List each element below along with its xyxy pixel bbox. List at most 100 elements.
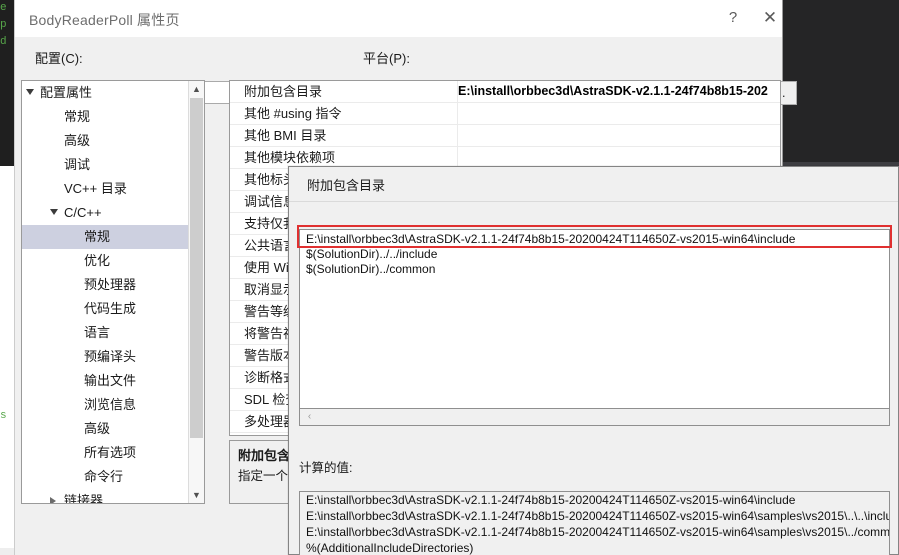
property-value[interactable]: E:\install\orbbec3d\AstraSDK-v2.1.1-24f7… bbox=[458, 81, 768, 102]
sidebar-item-11[interactable]: 预编译头 bbox=[22, 345, 188, 369]
include-directories-editor[interactable]: E:\install\orbbec3d\AstraSDK-v2.1.1-24f7… bbox=[299, 229, 890, 409]
sidebar-item-5[interactable]: C/C++ bbox=[22, 201, 188, 225]
sidebar-item-17[interactable]: 链接器 bbox=[22, 489, 188, 504]
screen-root: epd s BodyReaderPoll 属性页 ? ✕ 配置(C): 活动(De… bbox=[0, 0, 899, 555]
code-line: d bbox=[0, 36, 7, 48]
sidebar-item-16[interactable]: 命令行 bbox=[22, 465, 188, 489]
sidebar-item-0[interactable]: 配置属性 bbox=[22, 81, 188, 105]
chevron-down-icon[interactable] bbox=[26, 89, 34, 95]
sidebar-item-label: 调试 bbox=[64, 157, 91, 172]
sidebar-item-6[interactable]: 常规 bbox=[22, 225, 188, 249]
computed-value-line: E:\install\orbbec3d\AstraSDK-v2.1.1-24f7… bbox=[306, 493, 796, 507]
chevron-down-icon[interactable] bbox=[50, 209, 58, 215]
code-line: s bbox=[0, 410, 7, 422]
sidebar-item-14[interactable]: 高级 bbox=[22, 417, 188, 441]
property-name: 其他 #using 指令 bbox=[244, 106, 342, 121]
configuration-label: 配置(C): bbox=[35, 51, 83, 66]
platform-label: 平台(P): bbox=[363, 51, 410, 66]
table-row[interactable]: 附加包含目录 E:\install\orbbec3d\AstraSDK-v2.1.… bbox=[230, 81, 780, 103]
sidebar-item-label: 配置属性 bbox=[40, 85, 93, 100]
sidebar-item-label: 链接器 bbox=[64, 493, 104, 504]
help-icon[interactable]: ? bbox=[718, 4, 748, 31]
sidebar-item-15[interactable]: 所有选项 bbox=[22, 441, 188, 465]
sidebar-item-label: 语言 bbox=[84, 325, 111, 340]
additional-include-directories-dialog: 附加包含目录 E:\install\orbbec3d\AstraSDK-v2.1… bbox=[288, 166, 899, 555]
sidebar-item-8[interactable]: 预处理器 bbox=[22, 273, 188, 297]
property-name: 其他 BMI 目录 bbox=[244, 128, 327, 143]
computed-values-lines: E:\install\orbbec3d\AstraSDK-v2.1.1-24f7… bbox=[300, 492, 889, 555]
sidebar-item-3[interactable]: 调试 bbox=[22, 153, 188, 177]
code-line: e bbox=[0, 2, 7, 14]
scroll-up-icon[interactable]: ▲ bbox=[189, 81, 204, 97]
sidebar-item-label: C/C++ bbox=[64, 205, 102, 220]
tree-vertical-scrollbar[interactable]: ▲ ▼ bbox=[188, 81, 204, 503]
property-name: 其他模块依赖项 bbox=[244, 150, 336, 165]
sidebar-item-13[interactable]: 浏览信息 bbox=[22, 393, 188, 417]
sidebar-item-label: 常规 bbox=[64, 109, 91, 124]
code-line: p bbox=[0, 19, 7, 31]
sidebar-item-7[interactable]: 优化 bbox=[22, 249, 188, 273]
sidebar-item-label: 预编译头 bbox=[84, 349, 137, 364]
editor-code-gutter-text: epd s bbox=[0, 0, 14, 555]
include-directory-line[interactable]: $(SolutionDir)../../include bbox=[300, 247, 889, 262]
scrollbar-thumb[interactable] bbox=[190, 98, 203, 438]
sidebar-item-2[interactable]: 高级 bbox=[22, 129, 188, 153]
sidebar-item-10[interactable]: 语言 bbox=[22, 321, 188, 345]
include-directory-line[interactable]: $(SolutionDir)../common bbox=[300, 262, 889, 277]
computed-value-line: %(AdditionalIncludeDirectories) bbox=[306, 541, 474, 555]
sidebar-item-9[interactable]: 代码生成 bbox=[22, 297, 188, 321]
include-directory-line[interactable]: E:\install\orbbec3d\AstraSDK-v2.1.1-24f7… bbox=[300, 230, 889, 247]
close-icon[interactable]: ✕ bbox=[755, 4, 785, 31]
computed-values-label: 计算的值: bbox=[299, 461, 353, 475]
settings-tree-panel: 配置属性 常规 高级 调试 VC++ 目录 C/C++ 常规 优化 预处理器 代码生成 语言 预编译头… bbox=[21, 80, 205, 504]
sidebar-item-label: 高级 bbox=[84, 421, 111, 436]
window-title: BodyReaderPoll 属性页 bbox=[29, 12, 180, 28]
subdialog-title-separator bbox=[289, 201, 898, 202]
computed-values-box: E:\install\orbbec3d\AstraSDK-v2.1.1-24f7… bbox=[299, 491, 890, 555]
configuration-bar: 配置(C): 活动(Debug) 平台(P): 活动(x64) 配置管理器(O)… bbox=[15, 37, 797, 105]
sidebar-item-label: 浏览信息 bbox=[84, 397, 137, 412]
sidebar-item-label: 输出文件 bbox=[84, 373, 137, 388]
chevron-right-icon[interactable] bbox=[50, 497, 56, 503]
scroll-left-icon[interactable]: ‹ bbox=[302, 409, 317, 424]
sidebar-item-label: VC++ 目录 bbox=[64, 181, 127, 196]
computed-value-line: E:\install\orbbec3d\AstraSDK-v2.1.1-24f7… bbox=[306, 525, 890, 539]
settings-tree: 配置属性 常规 高级 调试 VC++ 目录 C/C++ 常规 优化 预处理器 代码生成 语言 预编译头… bbox=[22, 81, 188, 504]
window-titlebar: BodyReaderPoll 属性页 ? ✕ bbox=[15, 0, 782, 37]
include-directories-lines: E:\install\orbbec3d\AstraSDK-v2.1.1-24f7… bbox=[300, 230, 889, 277]
subdialog-title: 附加包含目录 bbox=[307, 178, 386, 193]
sidebar-item-label: 高级 bbox=[64, 133, 91, 148]
sidebar-item-label: 优化 bbox=[84, 253, 111, 268]
sidebar-item-label: 预处理器 bbox=[84, 277, 137, 292]
editor-horizontal-scrollbar[interactable]: ‹ bbox=[299, 409, 890, 426]
sidebar-item-label: 常规 bbox=[84, 229, 111, 244]
table-row[interactable]: 其他 BMI 目录 bbox=[230, 125, 780, 147]
sidebar-item-1[interactable]: 常规 bbox=[22, 105, 188, 129]
sidebar-item-4[interactable]: VC++ 目录 bbox=[22, 177, 188, 201]
property-name: 附加包含目录 bbox=[244, 84, 323, 99]
table-row[interactable]: 其他 #using 指令 bbox=[230, 103, 780, 125]
scroll-down-icon[interactable]: ▼ bbox=[189, 487, 204, 503]
sidebar-item-12[interactable]: 输出文件 bbox=[22, 369, 188, 393]
computed-values-section: 计算的值: E:\install\orbbec3d\AstraSDK-v2.1.… bbox=[289, 457, 898, 555]
sidebar-item-label: 命令行 bbox=[84, 469, 124, 484]
